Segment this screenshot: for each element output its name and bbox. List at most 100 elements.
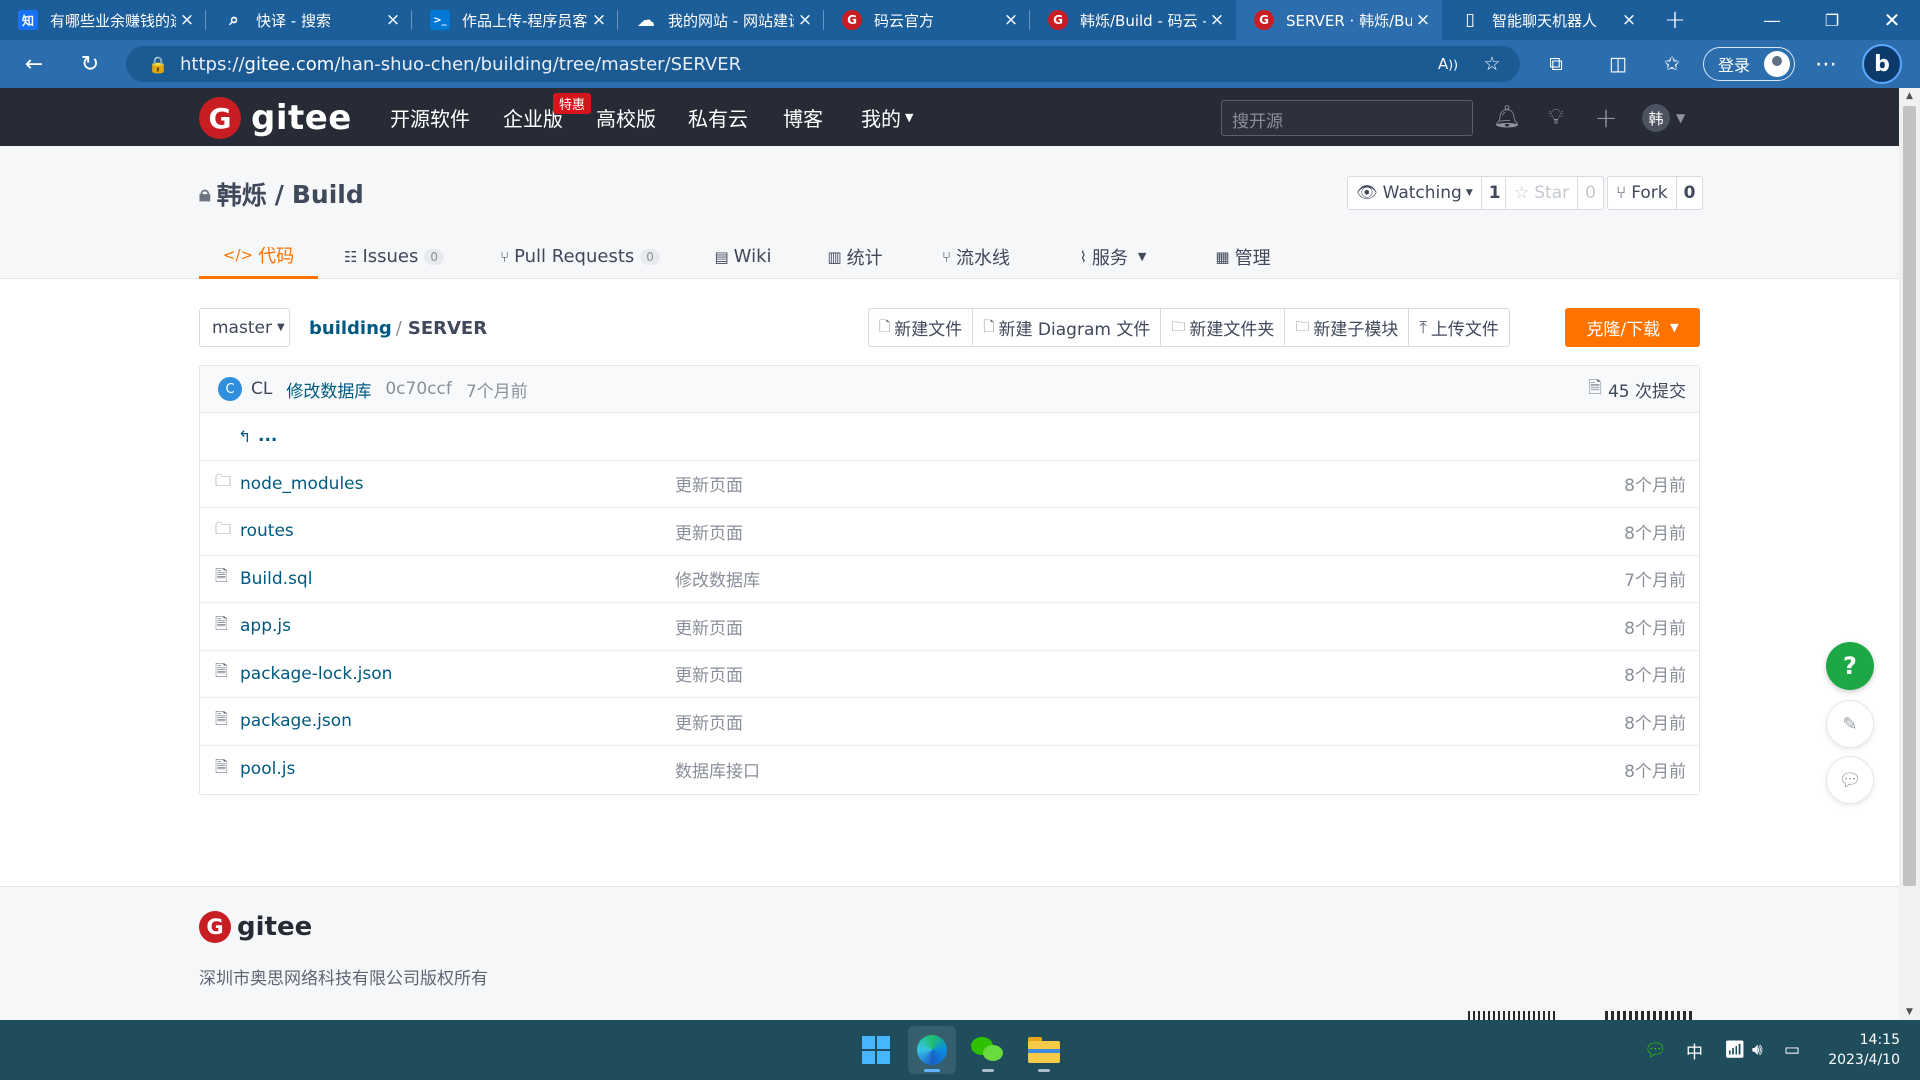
help-button[interactable]: ? [1826, 642, 1874, 690]
browser-tab[interactable]: >_ 作品上传-程序员客栈 × [412, 0, 618, 40]
commit-message-link[interactable]: 更新页面 [675, 614, 743, 639]
commit-message-link[interactable]: 更新页面 [675, 661, 743, 686]
commit-message-link[interactable]: 更新页面 [675, 519, 743, 544]
tab-stats[interactable]: ▥ 统计 [796, 234, 914, 279]
new-tab-button[interactable]: + [1648, 0, 1702, 40]
file-name-link[interactable]: routes [240, 521, 294, 541]
file-name-link[interactable]: app.js [240, 616, 291, 636]
tab-pipeline[interactable]: ⑂ 流水线 [914, 234, 1038, 279]
file-name-link[interactable]: package.json [240, 711, 352, 731]
close-tab-icon[interactable]: × [382, 10, 404, 30]
nav-mine[interactable]: 我的 ▼ [861, 88, 913, 146]
add-favorite-icon[interactable]: ☆ [1471, 40, 1513, 88]
browser-tab[interactable]: ☁ 我的网站 - 网站建设 × [618, 0, 824, 40]
fork-button[interactable]: ⑂ Fork 0 [1607, 176, 1704, 210]
branch-selector[interactable]: master ▼ [199, 308, 290, 347]
table-row[interactable]: 🗎︎ pool.js 数据库接口 8个月前 [200, 746, 1699, 794]
file-name-link[interactable]: Build.sql [240, 569, 312, 589]
upload-file-button[interactable]: ⤒ 上传文件 [1409, 309, 1509, 346]
table-row[interactable]: 🗀︎ node_modules 更新页面 8个月前 [200, 461, 1699, 508]
commit-message-link[interactable]: 更新页面 [675, 471, 743, 496]
more-menu-icon[interactable]: ⋯ [1805, 40, 1847, 88]
tray-wechat-icon[interactable]: 💬︎ [1644, 1020, 1667, 1080]
notification-bell-icon[interactable]: 🔔︎ [1487, 88, 1527, 146]
lightbulb-icon[interactable]: 💡︎ [1536, 88, 1576, 146]
close-tab-icon[interactable]: × [1000, 10, 1022, 30]
nav-blog[interactable]: 博客 [783, 88, 823, 146]
new-diagram-button[interactable]: 🗋︎ 新建 Diagram 文件 [973, 309, 1162, 346]
commit-message-link[interactable]: 数据库接口 [675, 757, 760, 782]
nav-open-source[interactable]: 开源软件 [390, 88, 470, 146]
minimize-icon[interactable]: ― [1742, 0, 1802, 40]
star-button[interactable]: ☆ Star 0 [1505, 176, 1604, 210]
tab-code[interactable]: </> 代码 [199, 234, 318, 279]
table-row[interactable]: 🗎︎ package.json 更新页面 8个月前 [200, 698, 1699, 746]
new-submodule-button[interactable]: 🗀︎ 新建子模块 [1285, 309, 1410, 346]
bing-copilot-icon[interactable]: b [1862, 44, 1902, 84]
system-clock[interactable]: 14:15 2023/4/10 [1820, 1030, 1900, 1070]
battery-icon[interactable]: ▭ [1784, 1020, 1800, 1080]
file-name-link[interactable]: package-lock.json [240, 664, 392, 684]
new-folder-button[interactable]: 🗀︎ 新建文件夹 [1161, 309, 1286, 346]
close-tab-icon[interactable]: × [1206, 10, 1228, 30]
close-tab-icon[interactable]: × [588, 10, 610, 30]
browser-tab[interactable]: ⌕ 快译 - 搜索 × [206, 0, 412, 40]
close-tab-icon[interactable]: × [1618, 10, 1640, 30]
clone-download-button[interactable]: 克隆/下载 ▼ [1565, 308, 1700, 347]
close-window-icon[interactable]: ✕ [1862, 0, 1920, 40]
browser-tab[interactable]: ▯ 智能聊天机器人 × [1442, 0, 1648, 40]
repo-name-link[interactable]: Build [292, 180, 364, 209]
repo-owner-link[interactable]: 韩烁 [217, 176, 267, 212]
tab-issues[interactable]: ☷ Issues 0 [318, 234, 470, 279]
feedback-edit-button[interactable]: ✎ [1826, 700, 1874, 748]
new-file-button[interactable]: 🗋︎ 新建文件 [869, 309, 974, 346]
parent-directory-link[interactable]: ... [258, 426, 277, 446]
close-tab-icon[interactable]: × [176, 10, 198, 30]
page-scrollbar[interactable]: ▲ ▼ [1899, 88, 1920, 1020]
split-screen-icon[interactable]: ◫ [1597, 40, 1639, 88]
browser-tab[interactable]: 知 有哪些业余赚钱的途径 × [0, 0, 206, 40]
chat-button[interactable]: 💬︎ [1826, 756, 1874, 804]
commit-message-link[interactable]: 更新页面 [675, 709, 743, 734]
create-plus-icon[interactable]: + [1586, 88, 1626, 146]
extensions-icon[interactable]: ⧉ [1535, 40, 1577, 88]
start-button[interactable] [852, 1026, 900, 1074]
commit-author[interactable]: CL [251, 379, 272, 399]
scroll-up-icon[interactable]: ▲ [1899, 88, 1920, 104]
commit-message-link[interactable]: 修改数据库 [675, 566, 760, 591]
taskbar-edge[interactable] [908, 1026, 956, 1074]
file-name-link[interactable]: node_modules [240, 474, 364, 494]
favorites-icon[interactable]: ✩ [1651, 40, 1693, 88]
tab-manage[interactable]: ▦ 管理 [1188, 234, 1298, 279]
browser-tab[interactable]: G 韩烁/Build - 码云 - 开源中国 × [1030, 0, 1236, 40]
table-row[interactable]: 🗀︎ routes 更新页面 8个月前 [200, 508, 1699, 556]
commit-sha-link[interactable]: 0c70ccf [385, 379, 451, 399]
tab-wiki[interactable]: ▤ Wiki [690, 234, 796, 279]
close-tab-icon[interactable]: × [794, 10, 816, 30]
search-input[interactable]: 搜开源 [1221, 100, 1473, 136]
restore-icon[interactable]: ❐ [1802, 0, 1862, 40]
read-aloud-icon[interactable]: A)) [1427, 40, 1469, 88]
parent-directory-row[interactable]: ↰ ... [200, 413, 1699, 461]
table-row[interactable]: 🗎︎ package-lock.json 更新页面 8个月前 [200, 651, 1699, 698]
browser-tab[interactable]: G 码云官方 × [824, 0, 1030, 40]
back-icon[interactable]: ← [10, 40, 58, 88]
volume-icon[interactable]: 🔊︎ [1752, 1020, 1763, 1080]
file-name-link[interactable]: pool.js [240, 759, 295, 779]
breadcrumb-root-link[interactable]: building [309, 318, 392, 339]
watching-button[interactable]: 👁︎ Watching ▼ 1 [1347, 176, 1509, 210]
browser-tab-active[interactable]: G SERVER · 韩烁/Build - 码云 × [1236, 0, 1442, 40]
refresh-icon[interactable]: ↻ [66, 40, 114, 88]
user-menu[interactable]: 韩 ▼ [1642, 104, 1685, 132]
footer-logo[interactable]: G gitee [199, 911, 312, 943]
table-row[interactable]: 🗎︎ Build.sql 修改数据库 7个月前 [200, 556, 1699, 603]
taskbar-file-explorer[interactable] [1020, 1026, 1068, 1074]
ime-indicator[interactable]: 中 [1686, 1020, 1703, 1080]
commit-count-link[interactable]: 🗎︎ 45 次提交 [1588, 366, 1686, 413]
nav-private-cloud[interactable]: 私有云 [688, 88, 748, 146]
close-tab-icon[interactable]: × [1412, 10, 1434, 30]
profile-login-button[interactable]: 登录 [1703, 47, 1795, 81]
tab-pull-requests[interactable]: ⑂ Pull Requests 0 [470, 234, 690, 279]
scrollbar-thumb[interactable] [1903, 106, 1916, 886]
commit-message-link[interactable]: 修改数据库 [286, 377, 371, 402]
